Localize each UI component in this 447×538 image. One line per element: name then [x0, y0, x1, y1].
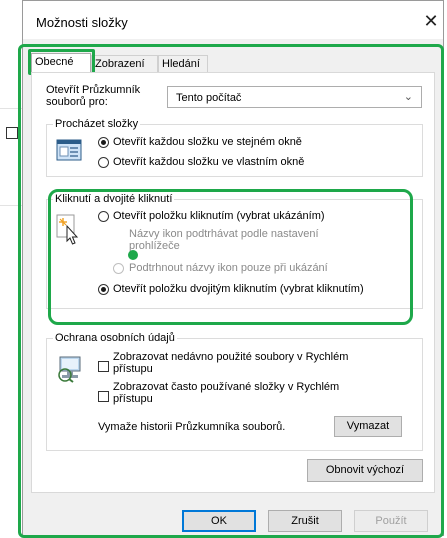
title-bar: Možnosti složky ✕ [23, 1, 443, 39]
close-icon[interactable]: ✕ [419, 9, 443, 33]
highlight-dot [128, 250, 138, 260]
dialog-title: Možnosti složky [36, 15, 128, 30]
background-checkbox[interactable] [6, 127, 18, 139]
highlight-frame-click-settings [48, 189, 413, 325]
